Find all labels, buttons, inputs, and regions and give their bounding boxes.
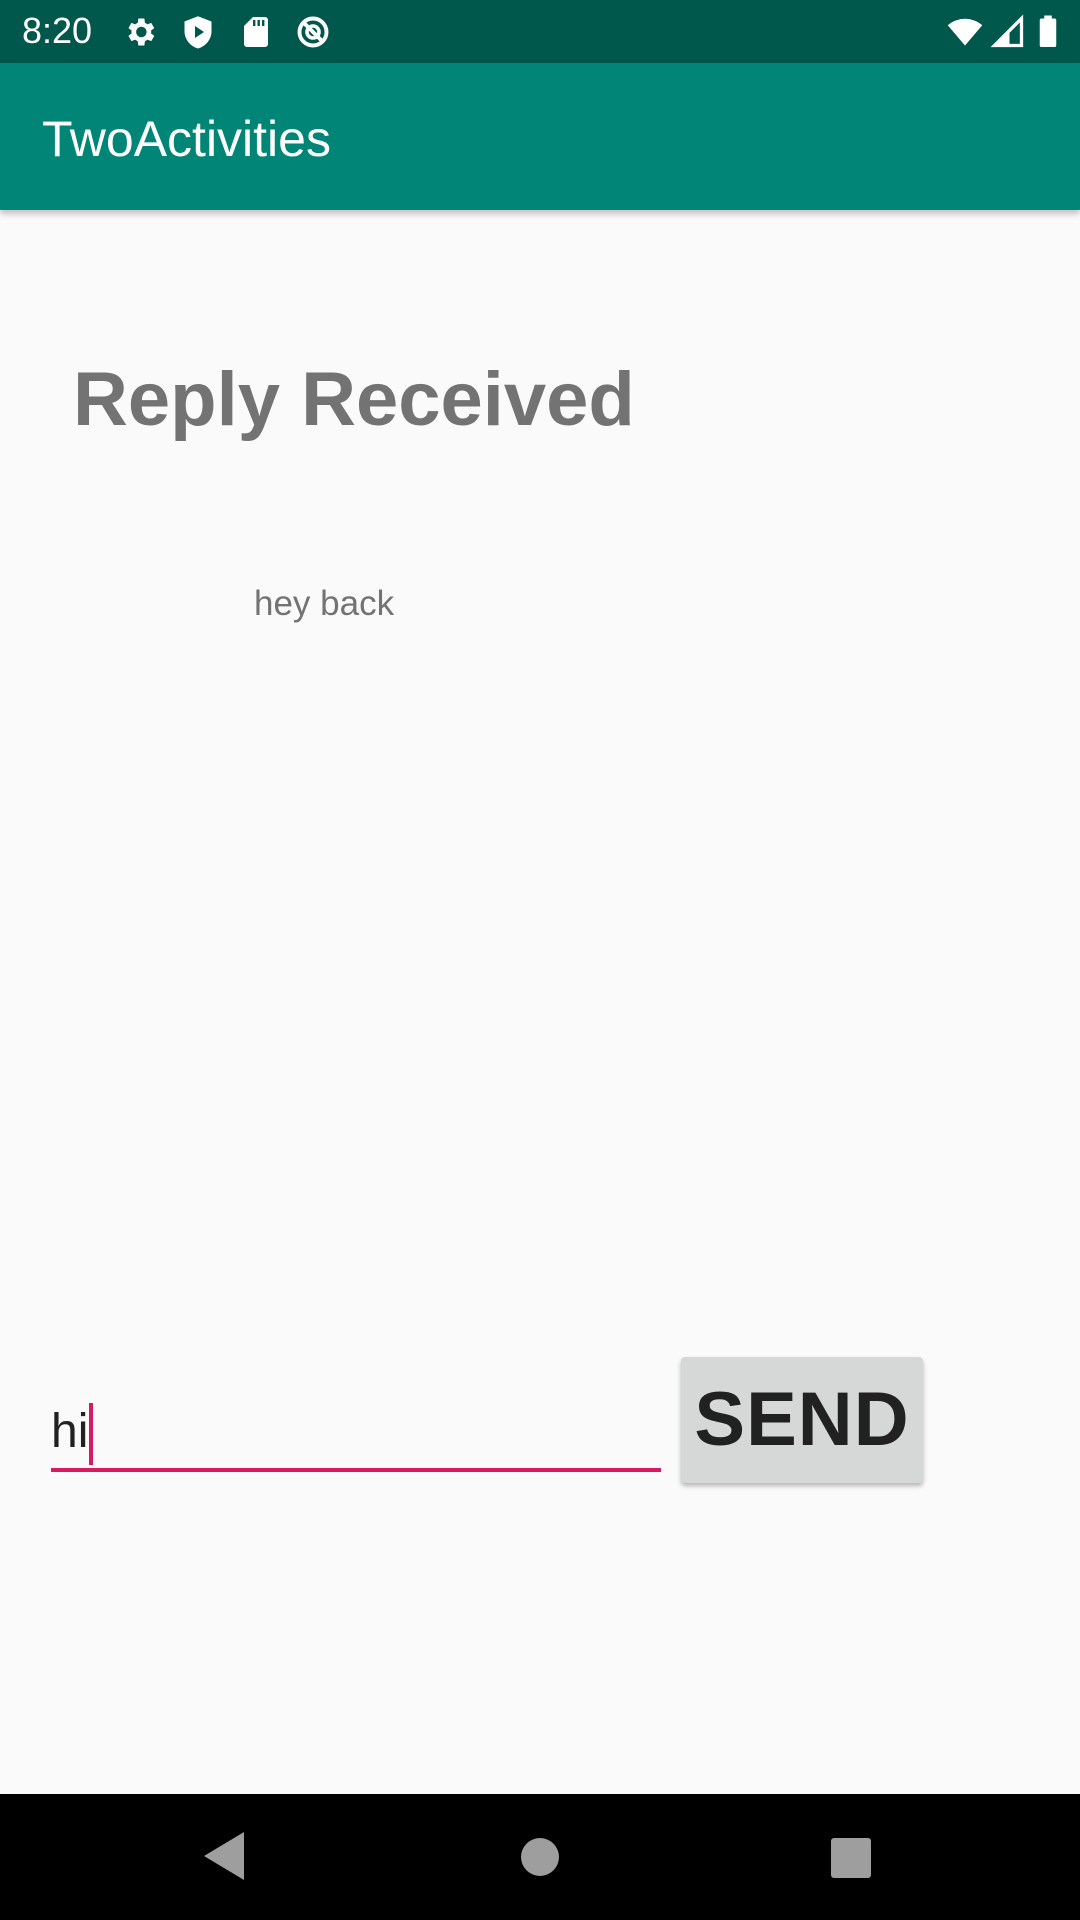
back-icon[interactable] — [204, 1832, 244, 1880]
text-cursor — [89, 1403, 94, 1466]
sd-card-icon — [244, 17, 268, 47]
reply-header: Reply Received — [73, 357, 635, 442]
recents-icon[interactable] — [831, 1838, 871, 1878]
wifi-icon — [947, 18, 983, 46]
message-input-value: hi — [51, 1405, 89, 1458]
reply-message: hey back — [254, 584, 395, 623]
message-input[interactable]: hi — [51, 1392, 661, 1472]
app-title: TwoActivities — [42, 111, 331, 167]
play-protect-icon — [184, 16, 212, 49]
home-icon[interactable] — [520, 1837, 560, 1877]
no-sync-icon — [297, 16, 329, 48]
battery-icon — [1039, 15, 1057, 47]
gear-icon — [128, 18, 155, 46]
status-bar: 8:20 — [0, 0, 1080, 63]
send-button[interactable]: SEND — [681, 1357, 923, 1483]
app-bar: TwoActivities — [0, 63, 1080, 210]
cellular-signal-icon — [990, 14, 1024, 48]
nav-bar — [0, 1794, 1080, 1920]
status-time: 8:20 — [22, 10, 93, 51]
